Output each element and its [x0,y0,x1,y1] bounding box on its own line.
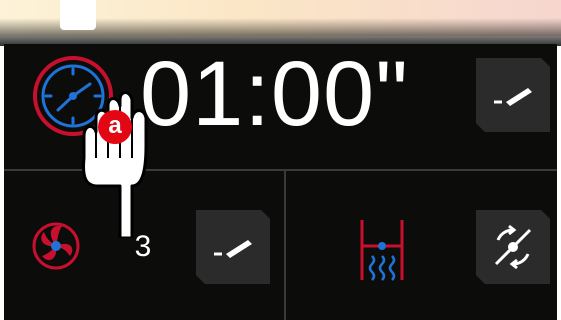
top-tab [60,0,96,30]
timer-display[interactable]: 01:00" [140,48,409,140]
pencil-icon [494,88,532,106]
divider-vertical [284,171,286,320]
edit-time-button[interactable] [476,58,550,132]
heating-element-icon [356,216,408,289]
rotate-button[interactable] [476,210,550,284]
edit-fan-button[interactable] [196,210,270,284]
pencil-icon [214,240,252,258]
rotate-icon [494,224,532,270]
annotation-badge: a [98,110,132,144]
